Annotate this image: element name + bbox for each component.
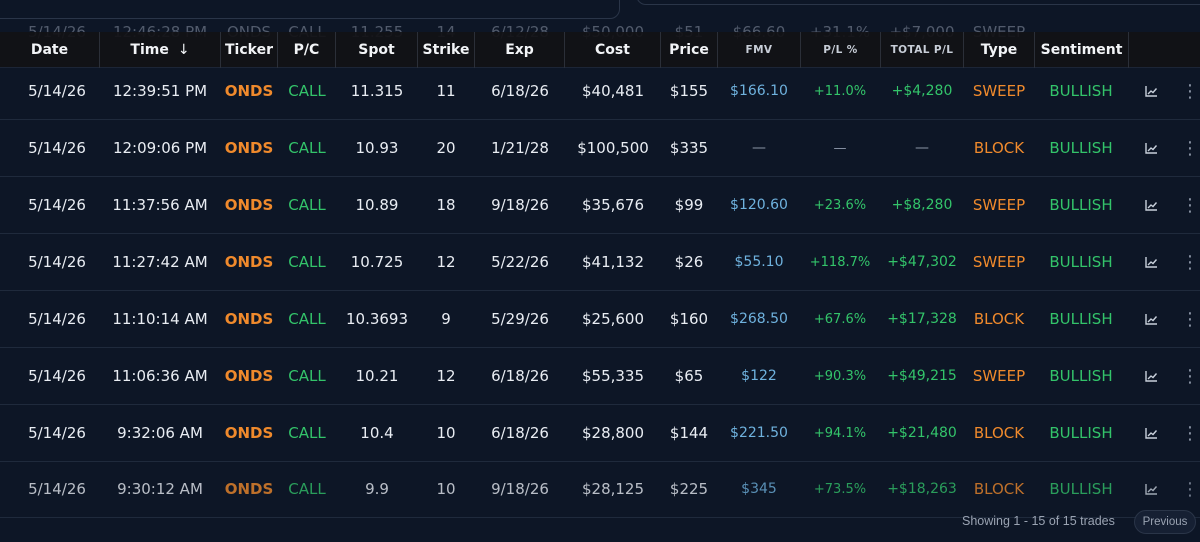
col-sentiment-label: Sentiment (1040, 42, 1123, 58)
table-row[interactable]: 5/14/26 12:39:51 PM ONDS CALL 11.315 11 6/18/2… (0, 63, 1200, 120)
col-type-label: Type (980, 42, 1018, 58)
sort-desc-icon[interactable]: ↓ (178, 42, 190, 58)
col-time-label: Time (130, 42, 169, 58)
more-vertical-icon[interactable]: ⋮ (1180, 234, 1200, 290)
more-vertical-icon[interactable]: ⋮ (1180, 405, 1200, 461)
filter-panel (636, 0, 1200, 5)
cell-sentiment: BULLISH (1049, 480, 1113, 498)
cell-sentiment: BULLISH (1049, 310, 1113, 328)
col-ticker-label: Ticker (225, 42, 273, 58)
more-vertical-icon[interactable]: ⋮ (1180, 461, 1200, 517)
more-vertical-icon[interactable]: ⋮ (1180, 291, 1200, 347)
more-vertical-icon[interactable]: ⋮ (1180, 348, 1200, 404)
table-row[interactable]: 5/14/26 11:10:14 AM ONDS CALL 10.3693 9 5/29/2… (0, 291, 1200, 348)
col-strike-label: Strike (422, 42, 470, 58)
cell-sentiment: BULLISH (1049, 424, 1113, 442)
line-chart-icon[interactable] (1136, 63, 1166, 119)
table-row[interactable]: 5/14/26 12:09:06 PM ONDS CALL 10.93 20 1/21/28… (0, 120, 1200, 177)
search-box[interactable] (0, 0, 620, 19)
cell-sentiment: BULLISH (1049, 82, 1113, 100)
col-fmv-label: FMV (745, 44, 773, 56)
table-row[interactable]: 5/14/26 11:37:56 AM ONDS CALL 10.89 18 9/18/26… (0, 177, 1200, 234)
col-cost-label: Cost (595, 42, 630, 58)
table-row[interactable]: 5/14/26 9:30:12 AM ONDS CALL 9.9 10 9/18/26 $28… (0, 461, 1200, 518)
more-vertical-icon[interactable]: ⋮ (1180, 177, 1200, 233)
cell-sentiment: BULLISH (1049, 139, 1113, 157)
col-total-label: TOTAL P/L (890, 44, 954, 56)
col-pl-label: P/L % (823, 44, 858, 56)
more-vertical-icon[interactable]: ⋮ (1180, 63, 1200, 119)
col-spot-label: Spot (358, 42, 395, 58)
line-chart-icon[interactable] (1136, 177, 1166, 233)
previous-page-button[interactable]: Previous (1134, 510, 1196, 534)
line-chart-icon[interactable] (1136, 405, 1166, 461)
cell-sentiment: BULLISH (1049, 196, 1113, 214)
col-price-label: Price (669, 42, 709, 58)
line-chart-icon[interactable] (1136, 291, 1166, 347)
col-date-label: Date (30, 42, 69, 58)
pagination-status: Showing 1 - 15 of 15 trades (962, 514, 1115, 528)
line-chart-icon[interactable] (1136, 234, 1166, 290)
more-vertical-icon[interactable]: ⋮ (1180, 120, 1200, 176)
line-chart-icon[interactable] (1136, 461, 1166, 517)
table-row[interactable]: 5/14/26 11:06:36 AM ONDS CALL 10.21 12 6/18/26… (0, 348, 1200, 405)
table-row[interactable]: 5/14/26 11:27:42 AM ONDS CALL 10.725 12 5/22/2… (0, 234, 1200, 291)
col-pc-label: P/C (293, 42, 320, 58)
col-exp-label: Exp (505, 42, 534, 58)
cell-sentiment: BULLISH (1049, 253, 1113, 271)
line-chart-icon[interactable] (1136, 348, 1166, 404)
line-chart-icon[interactable] (1136, 120, 1166, 176)
table-row[interactable]: 5/14/26 9:32:06 AM ONDS CALL 10.4 10 6/18/26 $2… (0, 405, 1200, 462)
cell-sentiment: BULLISH (1049, 367, 1113, 385)
